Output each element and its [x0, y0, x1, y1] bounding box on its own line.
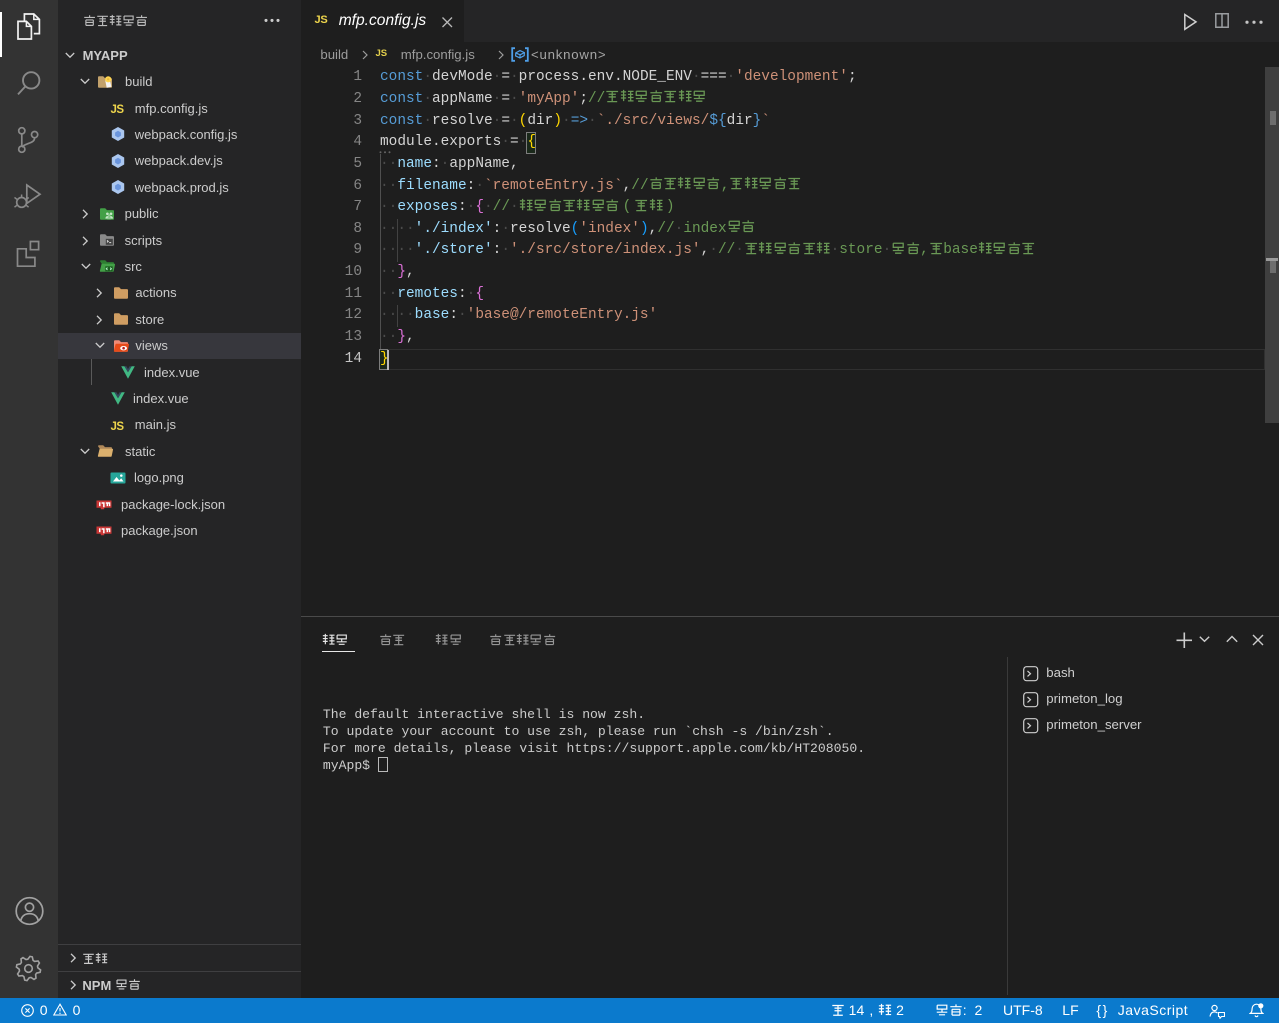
svg-text:JS: JS: [111, 104, 125, 116]
svg-text:JS: JS: [111, 421, 125, 433]
